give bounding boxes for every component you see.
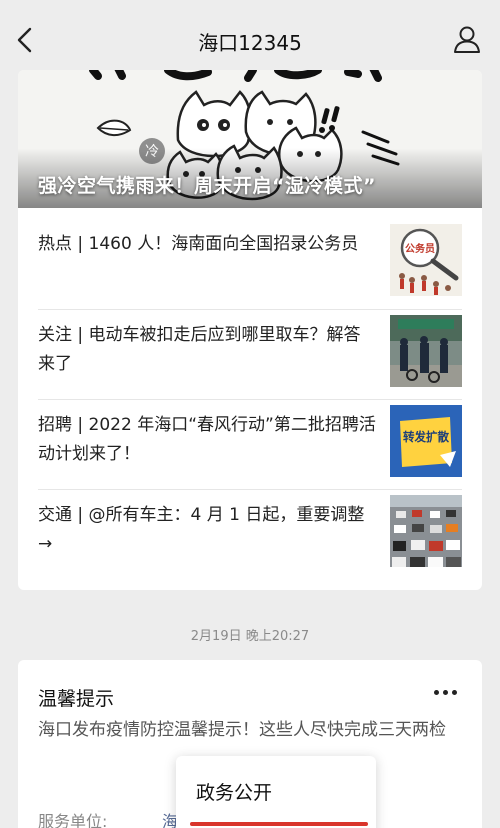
article-item[interactable]: 热点 | 1460 人！海南面向全国招录公务员 公务员: [38, 220, 462, 310]
notice-heading: 温馨提示: [38, 688, 115, 710]
banner-article[interactable]: 冷 强冷空气携雨来！周末开启“湿冷模式”: [18, 70, 482, 208]
article-title: 关注 | 电动车被扣走后应到哪里取车？解答来了: [38, 325, 361, 374]
divider: [38, 309, 462, 310]
article-title: 热点 | 1460 人！海南面向全国招录公务员: [38, 234, 359, 254]
article-item[interactable]: 关注 | 电动车被扣走后应到哪里取车？解答来了: [38, 311, 462, 401]
thumbnail-label: 转发扩散: [403, 429, 450, 444]
more-options-icon[interactable]: [432, 686, 460, 700]
page-title: 海口12345: [198, 31, 302, 55]
article-thumbnail: 转发扩散: [390, 405, 462, 477]
menu-item-government-affairs[interactable]: 政务公开: [196, 778, 272, 805]
article-title: 招聘 | 2022 年海口“春风行动”第二批招聘活动计划来了！: [38, 415, 376, 464]
article-thumbnail: 公务员: [390, 224, 462, 296]
article-title: 交通 | @所有车主：4 月 1 日起，重要调整 →: [38, 505, 365, 554]
top-bar: 海口12345: [0, 0, 500, 78]
thumbnail-label: 公务员: [405, 242, 435, 255]
service-label: 服务单位:: [38, 812, 108, 828]
article-thumbnail: [390, 315, 462, 387]
user-icon[interactable]: [452, 24, 482, 54]
divider: [38, 489, 462, 490]
menu-highlight-bar: [190, 822, 368, 826]
divider: [38, 399, 462, 400]
article-item[interactable]: 招聘 | 2022 年海口“春风行动”第二批招聘活动计划来了！ 转发扩散: [38, 401, 462, 491]
notice-body: 海口发布疫情防控温馨提示！这些人尽快完成三天两检: [38, 720, 446, 740]
news-card: 冷 强冷空气携雨来！周末开启“湿冷模式” 热点 | 1460 人！海南面向全国招…: [18, 70, 482, 590]
message-timestamp: 2月19日 晚上20:27: [190, 629, 310, 644]
article-thumbnail: [390, 495, 462, 567]
popup-menu: 政务公开: [176, 756, 376, 828]
banner-title: 强冷空气携雨来！周末开启“湿冷模式”: [38, 175, 376, 197]
article-item[interactable]: 交通 | @所有车主：4 月 1 日起，重要调整 →: [38, 491, 462, 581]
